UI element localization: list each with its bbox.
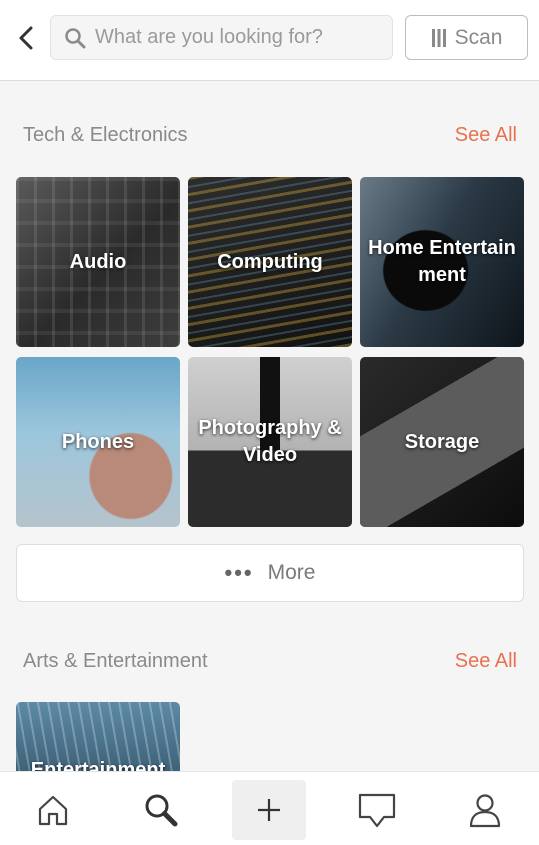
category-tile-storage[interactable]: Storage (360, 357, 524, 527)
tab-home[interactable] (16, 780, 90, 840)
category-label: Audio (69, 250, 127, 273)
tab-profile[interactable] (448, 780, 522, 840)
more-label: More (267, 561, 316, 584)
bottom-tab-bar (0, 771, 539, 845)
back-button[interactable] (12, 22, 40, 54)
more-categories-button[interactable]: ••• More (16, 544, 524, 602)
barcode-icon (431, 28, 446, 47)
section-title-tech: Tech & Electronics (23, 124, 188, 146)
category-label: Photography & Video (198, 417, 342, 466)
category-tile-audio[interactable]: Audio (16, 177, 180, 347)
section-title-arts: Arts & Entertainment (23, 650, 208, 672)
tab-messages[interactable] (340, 780, 414, 840)
category-label: Phones (61, 430, 135, 453)
category-tile-computing[interactable]: Computing (188, 177, 352, 347)
category-label: Home Entertainment (368, 237, 516, 286)
category-tile-home-entertainment[interactable]: Home Entertainment (360, 177, 524, 347)
category-label: Computing (217, 250, 323, 273)
search-icon (55, 15, 95, 60)
tab-search[interactable] (124, 780, 198, 840)
chat-icon (358, 793, 396, 828)
see-all-tech-link[interactable]: See All (455, 124, 517, 147)
search-bar[interactable] (50, 15, 393, 60)
category-tile-phones[interactable]: Phones (16, 357, 180, 527)
scan-button[interactable]: Scan (405, 15, 528, 60)
search-icon (145, 794, 178, 827)
tab-add[interactable] (232, 780, 306, 840)
chevron-left-icon (19, 26, 33, 50)
top-bar: Scan (0, 0, 539, 81)
search-input[interactable] (95, 26, 385, 49)
see-all-arts-link[interactable]: See All (455, 650, 517, 673)
scan-label: Scan (454, 25, 503, 49)
profile-icon (469, 794, 501, 828)
plus-icon (258, 799, 280, 821)
category-label: Storage (404, 430, 480, 453)
more-dots-icon: ••• (224, 560, 254, 585)
category-tile-photography-video[interactable]: Photography & Video (188, 357, 352, 527)
home-icon (38, 795, 68, 826)
